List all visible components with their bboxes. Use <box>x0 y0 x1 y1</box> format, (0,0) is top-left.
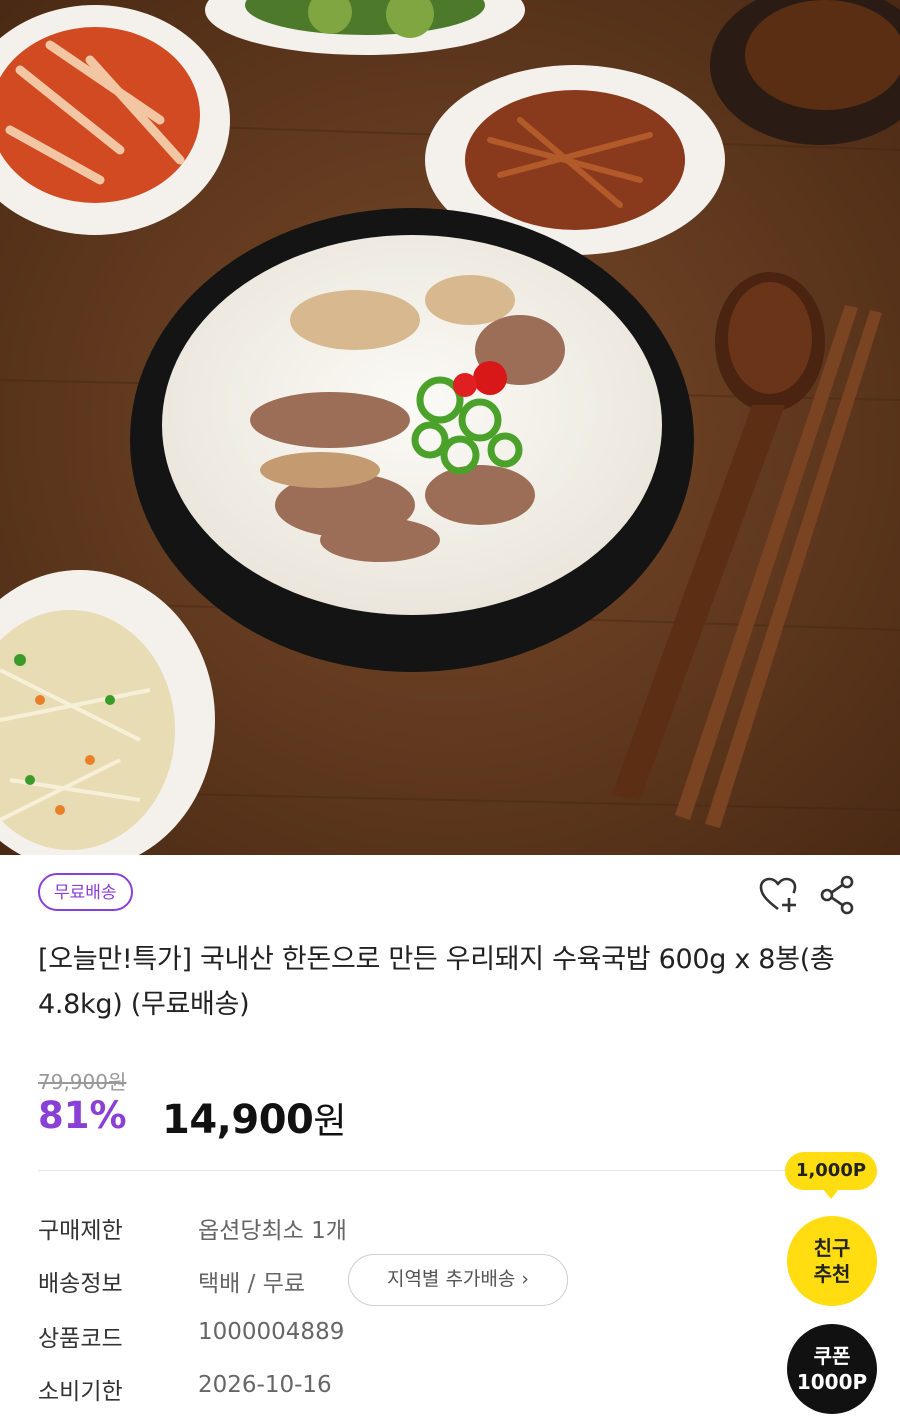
friend-recommend-button[interactable]: 친구 추천 <box>787 1216 877 1306</box>
coupon-line2: 1000P <box>796 1370 868 1394</box>
discount-rate: 81% <box>38 1094 127 1137</box>
shipping-label: 배송정보 <box>38 1271 123 1297</box>
product-code-value: 1000004889 <box>198 1319 345 1345</box>
purchase-limit-label: 구매제한 <box>38 1218 123 1244</box>
divider <box>38 1170 878 1171</box>
product-code-label: 상품코드 <box>38 1326 123 1352</box>
heart-plus-icon[interactable] <box>756 873 800 917</box>
expiry-value: 2026-10-16 <box>198 1372 332 1398</box>
regional-shipping-label: 지역별 추가배송 <box>386 1268 516 1290</box>
regional-shipping-button[interactable]: 지역별 추가배송 › <box>348 1254 568 1306</box>
share-icon[interactable] <box>816 873 860 917</box>
friend-line2: 추천 <box>813 1262 851 1286</box>
price-number: 14,900 <box>162 1097 314 1143</box>
expiry-label: 소비기한 <box>38 1379 123 1405</box>
coupon-line1: 쿠폰 <box>813 1344 851 1368</box>
product-title: [오늘만!특가] 국내산 한돈으로 만든 우리돼지 수육국밥 600g x 8봉… <box>38 944 835 1020</box>
product-image <box>0 0 900 855</box>
chevron-right-icon: › <box>521 1268 530 1290</box>
purchase-limit-value: 옵션당최소 1개 <box>198 1218 347 1244</box>
friend-line1: 친구 <box>813 1236 851 1260</box>
free-shipping-badge: 무료배송 <box>38 873 133 911</box>
points-bubble: 1,000P <box>785 1152 877 1199</box>
coupon-button[interactable]: 쿠폰 1000P <box>787 1324 877 1414</box>
sale-price: 14,900원 <box>162 1092 346 1144</box>
shipping-value: 택배 / 무료 <box>198 1271 306 1297</box>
original-price: 79,900원 <box>38 1070 127 1094</box>
price-unit: 원 <box>313 1101 346 1142</box>
